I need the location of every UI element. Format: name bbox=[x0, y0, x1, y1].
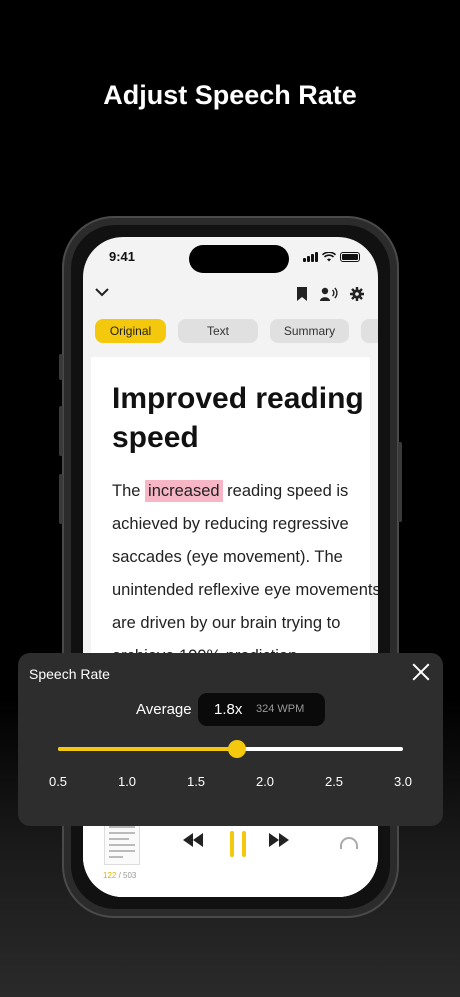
rewind-icon[interactable] bbox=[183, 833, 203, 847]
volume-up-button bbox=[59, 406, 63, 456]
rate-display: 1.8x 324 WPM bbox=[198, 693, 325, 726]
tab-text[interactable]: Text bbox=[178, 319, 258, 343]
highlighted-word[interactable]: increased bbox=[145, 480, 223, 502]
action-button bbox=[59, 354, 63, 380]
page-headline: Adjust Speech Rate bbox=[103, 80, 357, 110]
rate-multiplier: 1.8x bbox=[214, 701, 243, 718]
pause-icon[interactable] bbox=[230, 831, 248, 857]
wifi-icon bbox=[322, 252, 336, 262]
tab-summary[interactable]: Summary bbox=[270, 319, 349, 343]
body-text-before: The bbox=[112, 482, 146, 500]
bookmark-icon[interactable] bbox=[296, 287, 308, 301]
chevron-down-icon[interactable] bbox=[95, 287, 109, 297]
page-thumbnail[interactable] bbox=[104, 821, 140, 865]
speedometer-icon[interactable] bbox=[340, 837, 358, 849]
status-bar: 9:41 bbox=[109, 249, 360, 269]
volume-down-button bbox=[59, 474, 63, 524]
gear-icon[interactable] bbox=[350, 287, 364, 301]
slider-tick-label: 1.5 bbox=[186, 774, 206, 789]
rate-wpm: 324 WPM bbox=[256, 703, 305, 715]
panel-title: Speech Rate bbox=[29, 666, 110, 682]
tab-key[interactable]: Key bbox=[361, 319, 378, 343]
slider-fill bbox=[58, 747, 238, 751]
tab-original[interactable]: Original bbox=[95, 319, 166, 343]
slider-tick-label: 2.0 bbox=[255, 774, 275, 789]
voice-speaker-icon[interactable] bbox=[320, 287, 338, 301]
fast-forward-icon[interactable] bbox=[269, 833, 289, 847]
article-title: Improved reading speed bbox=[112, 382, 364, 454]
view-tabs: Original Text Summary Key bbox=[95, 319, 378, 343]
slider-tick-label: 3.0 bbox=[393, 774, 413, 789]
body-text-after: reading speed is achieved by reducing re… bbox=[112, 482, 378, 665]
page-counter: 122 / 503 bbox=[103, 871, 136, 880]
close-icon[interactable] bbox=[411, 662, 431, 682]
rate-level-label: Average bbox=[136, 701, 192, 718]
speech-rate-slider[interactable] bbox=[58, 740, 403, 758]
total-pages: 503 bbox=[123, 871, 137, 880]
status-time: 9:41 bbox=[109, 249, 136, 264]
signal-icon bbox=[303, 252, 318, 262]
slider-tick-label: 1.0 bbox=[117, 774, 137, 789]
reader-toolbar bbox=[95, 287, 364, 309]
article-body: The increased reading speed is achieved … bbox=[112, 475, 378, 673]
slider-tick-label: 2.5 bbox=[324, 774, 344, 789]
slider-tick-label: 0.5 bbox=[48, 774, 68, 789]
current-page: 122 bbox=[103, 871, 117, 880]
battery-icon bbox=[340, 252, 360, 262]
power-button bbox=[398, 442, 402, 522]
slider-ticks: 0.5 1.0 1.5 2.0 2.5 3.0 bbox=[49, 774, 412, 790]
slider-knob[interactable] bbox=[228, 740, 247, 758]
speech-rate-panel: Speech Rate Average 1.8x 324 WPM 0.5 1.0 1… bbox=[18, 653, 443, 826]
